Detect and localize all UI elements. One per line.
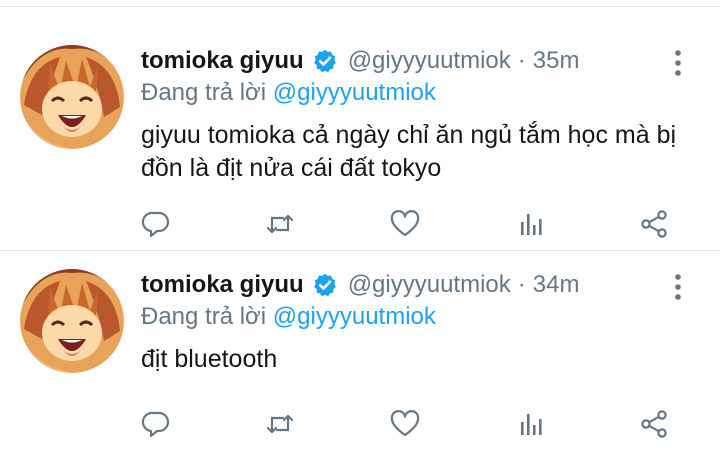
replying-to-line: Đang trả lời @giyyyuutmiok xyxy=(141,303,436,331)
reply-mention-link[interactable]: @giyyyuutmiok xyxy=(273,303,436,330)
replying-to-label: Đang trả lời xyxy=(141,79,267,106)
reply-button[interactable] xyxy=(139,407,173,441)
top-divider xyxy=(0,0,720,7)
analytics-button[interactable] xyxy=(513,207,547,241)
user-handle[interactable]: @giyyyuutmiok xyxy=(348,47,511,75)
tweet-actions xyxy=(0,203,720,243)
display-name[interactable]: tomioka giyuu xyxy=(141,47,304,75)
like-button[interactable] xyxy=(388,207,422,241)
tweet-header: tomioka giyuu @giyyyuutmiok · 34m xyxy=(141,265,579,305)
tweet-header: tomioka giyuu @giyyyuutmiok · 35m xyxy=(141,41,579,81)
share-button[interactable] xyxy=(637,407,671,441)
tweet-feed: tomioka giyuu @giyyyuutmiok · 35m Đang t… xyxy=(0,0,720,455)
more-vertical-icon[interactable] xyxy=(666,45,690,81)
retweet-button[interactable] xyxy=(263,207,297,241)
replying-to-label: Đang trả lời xyxy=(141,303,267,330)
separator-dot: · xyxy=(517,47,526,74)
timestamp[interactable]: 34m xyxy=(533,271,580,299)
retweet-icon xyxy=(266,414,294,434)
tweet[interactable]: tomioka giyuu @giyyyuutmiok · 35m Đang t… xyxy=(0,7,720,251)
replying-to-line: Đang trả lời @giyyyuutmiok xyxy=(141,79,436,107)
verified-badge-icon xyxy=(313,49,336,73)
analytics-icon xyxy=(521,214,542,235)
heart-icon xyxy=(390,210,420,237)
display-name[interactable]: tomioka giyuu xyxy=(141,271,304,299)
share-button[interactable] xyxy=(637,207,671,241)
reply-icon xyxy=(141,211,170,238)
retweet-icon xyxy=(266,214,294,234)
avatar[interactable] xyxy=(20,45,124,149)
timestamp[interactable]: 35m xyxy=(533,47,580,75)
share-icon xyxy=(641,410,667,438)
tweet-actions xyxy=(0,403,720,443)
tweet[interactable]: tomioka giyuu @giyyyuutmiok · 34m Đang t… xyxy=(0,251,720,455)
reply-button[interactable] xyxy=(139,207,173,241)
user-handle[interactable]: @giyyyuutmiok xyxy=(348,271,511,299)
retweet-button[interactable] xyxy=(263,407,297,441)
tweet-text: giyuu tomioka cả ngày chỉ ăn ngủ tắm học… xyxy=(141,121,677,182)
tweet-text: địt bluetooth xyxy=(141,345,278,373)
separator-dot: · xyxy=(517,271,526,298)
verified-badge-icon xyxy=(313,273,336,297)
reply-icon xyxy=(141,411,170,438)
like-button[interactable] xyxy=(388,407,422,441)
reply-mention-link[interactable]: @giyyyuutmiok xyxy=(273,79,436,106)
analytics-icon xyxy=(521,414,542,435)
avatar[interactable] xyxy=(20,269,124,373)
share-icon xyxy=(641,210,667,238)
heart-icon xyxy=(390,410,420,437)
analytics-button[interactable] xyxy=(513,407,547,441)
more-vertical-icon[interactable] xyxy=(666,269,690,305)
